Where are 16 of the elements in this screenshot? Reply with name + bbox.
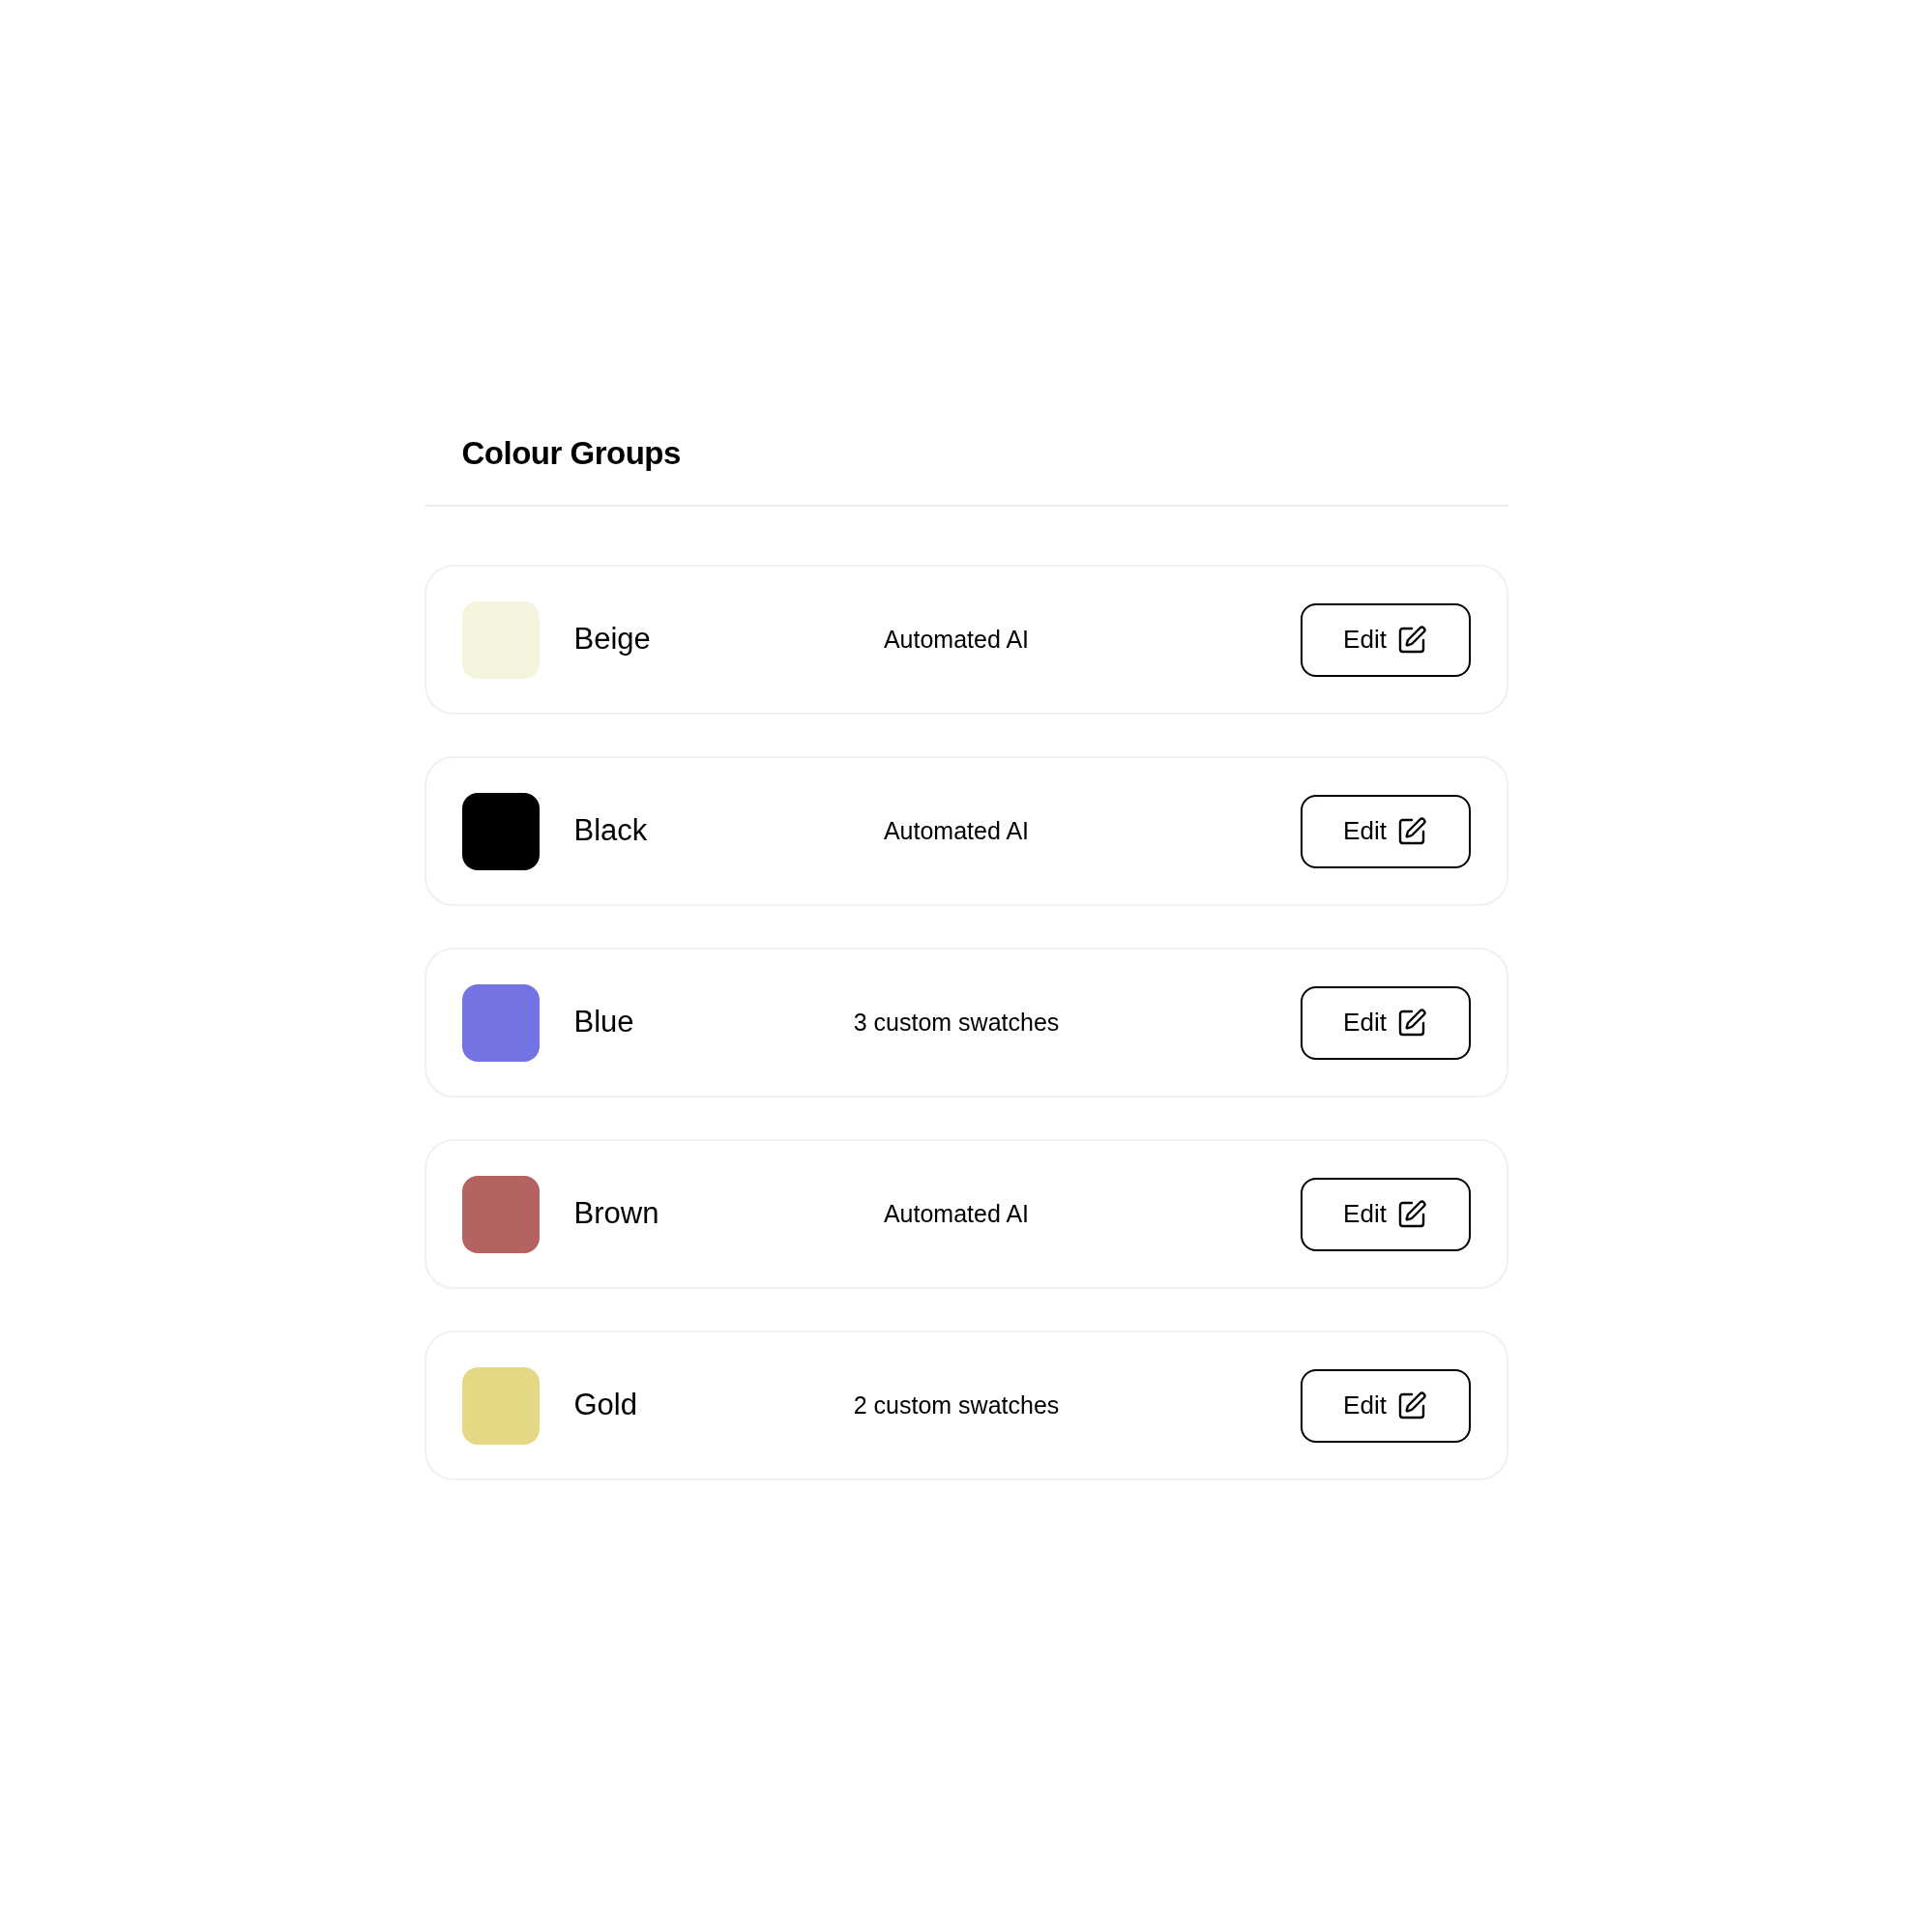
edit-button[interactable]: Edit [1300, 1177, 1471, 1251]
section-title: Colour Groups [461, 434, 682, 473]
colour-name: Black [573, 812, 649, 850]
group-source: 3 custom swatches [852, 1007, 1061, 1038]
colour-name: Brown [573, 1195, 660, 1233]
edit-button[interactable]: Edit [1300, 985, 1471, 1060]
edit-button[interactable]: Edit [1300, 1368, 1471, 1443]
edit-button[interactable]: Edit [1300, 602, 1471, 677]
group-source: Automated AI [882, 1198, 1031, 1229]
group-source: Automated AI [882, 624, 1031, 655]
group-source: Automated AI [882, 815, 1031, 846]
colour-name: Gold [573, 1387, 638, 1424]
colour-name: Beige [573, 621, 652, 659]
colour-name: Blue [573, 1004, 635, 1041]
group-source: 2 custom swatches [852, 1390, 1061, 1420]
edit-button[interactable]: Edit [1300, 794, 1471, 868]
